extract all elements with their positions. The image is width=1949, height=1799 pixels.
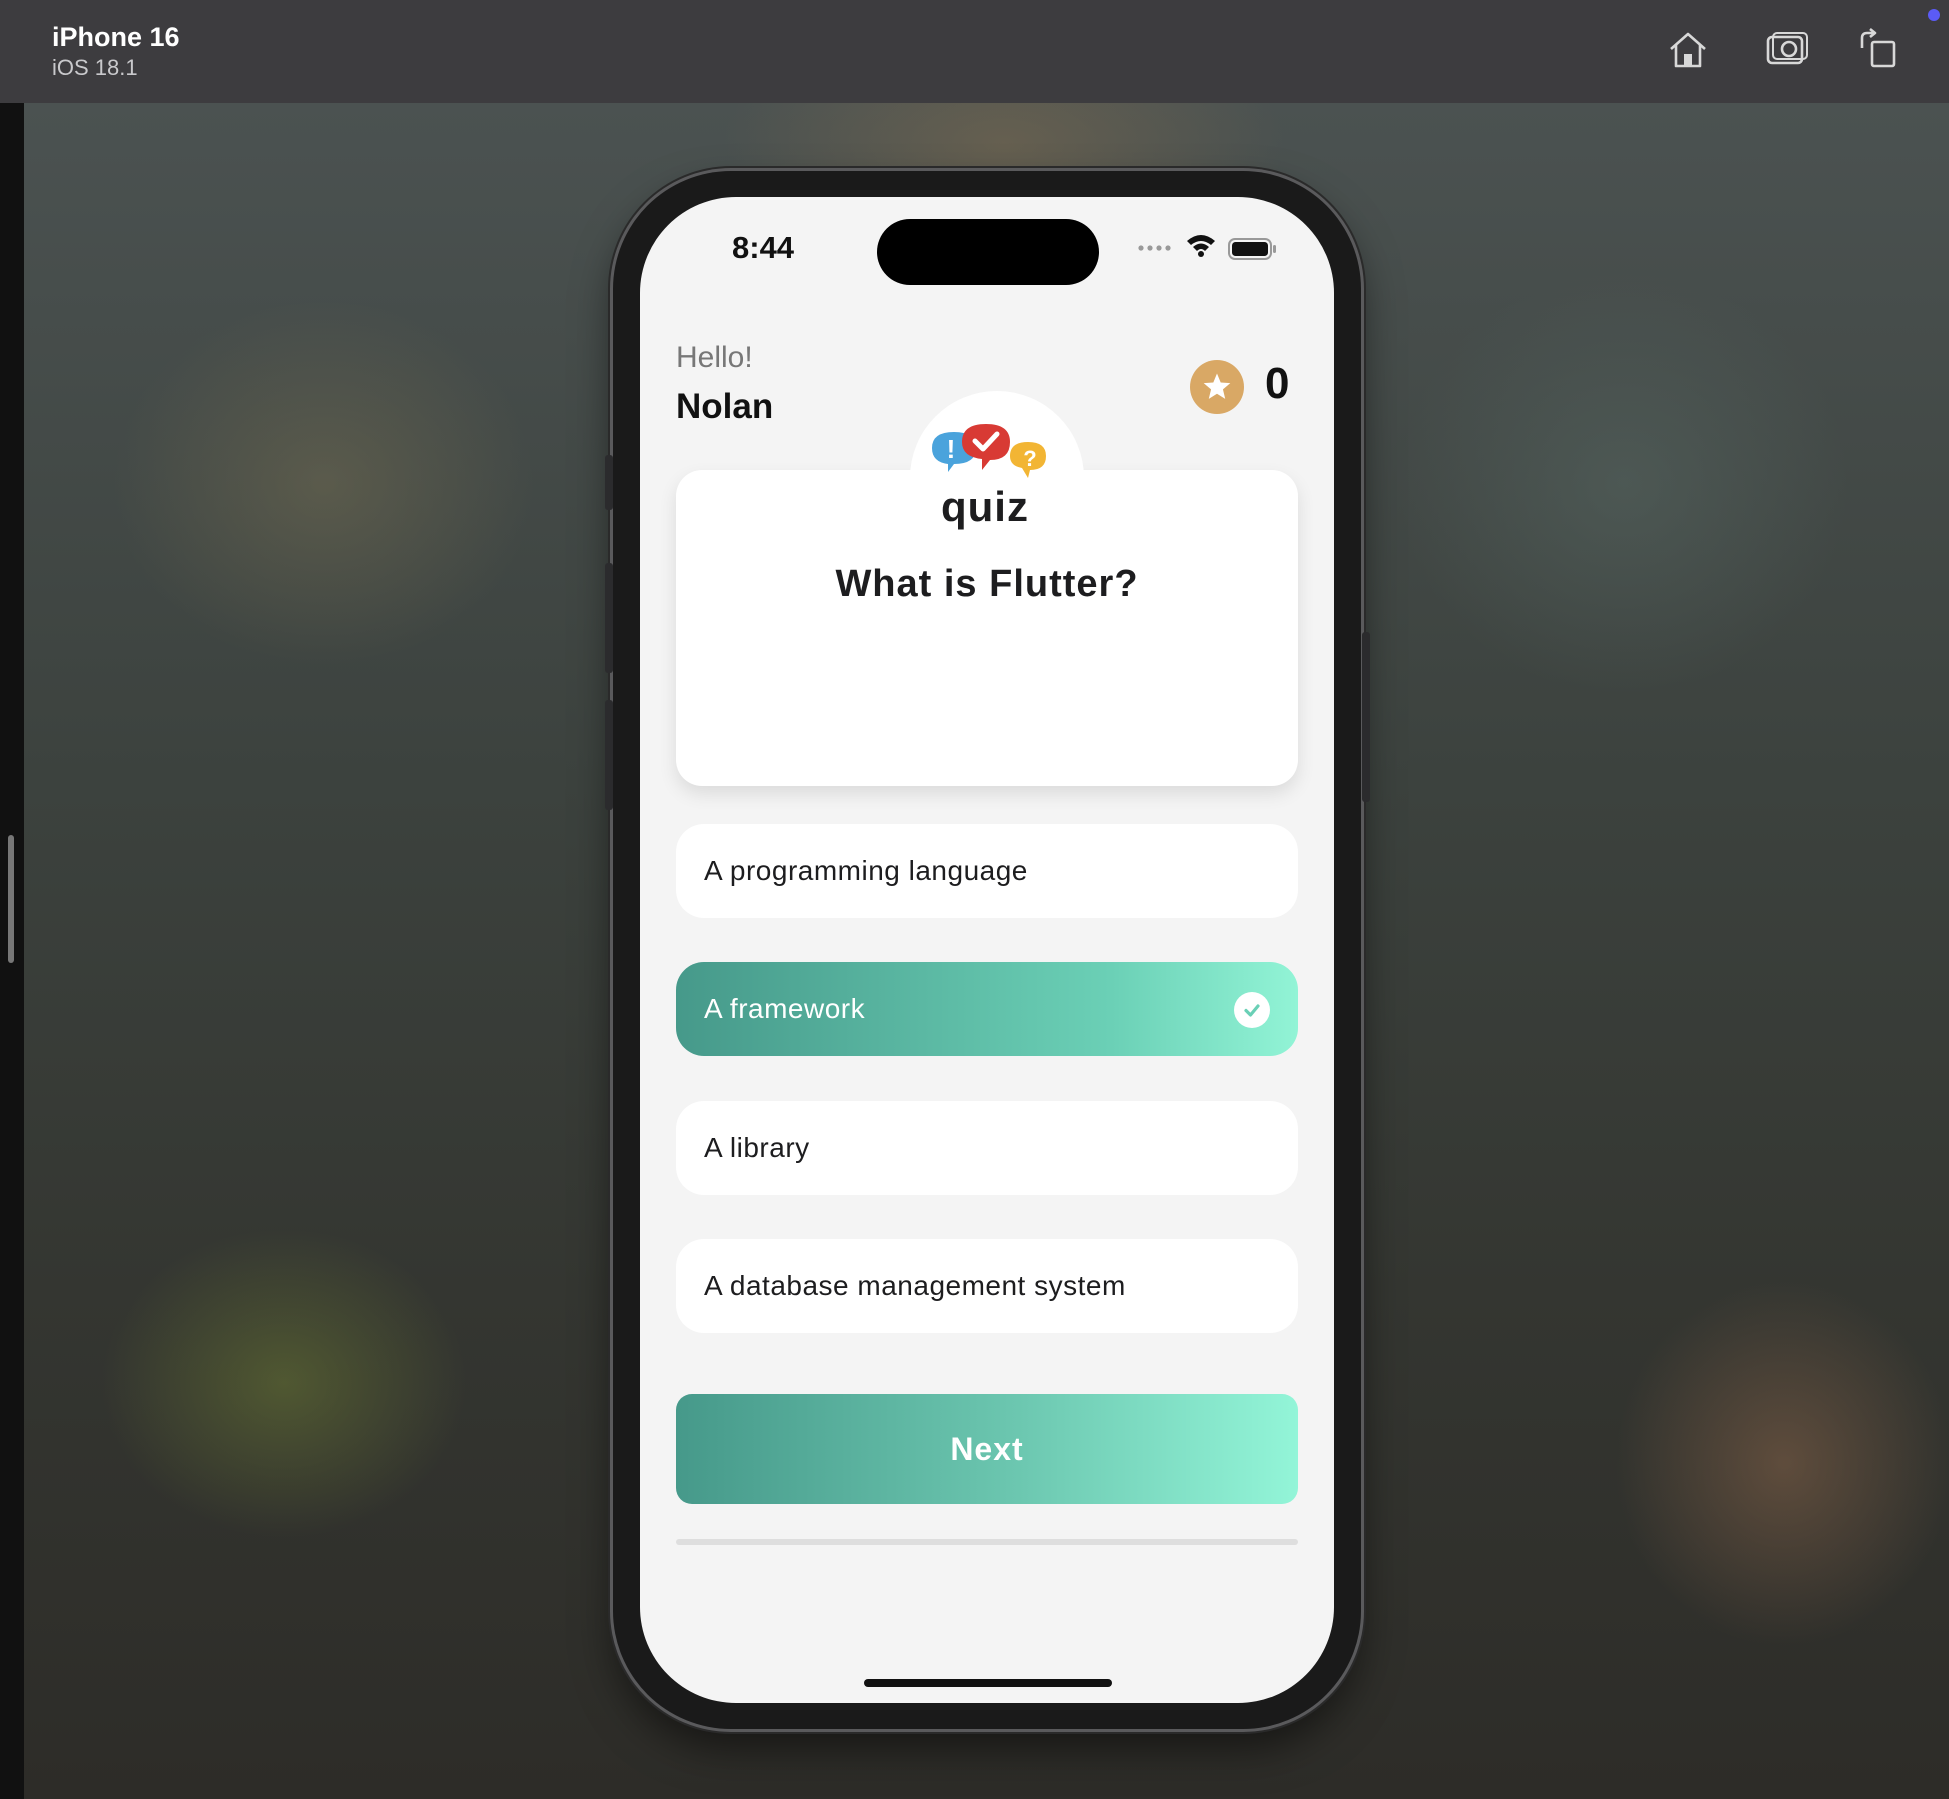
question-text: What is Flutter? (835, 563, 1139, 605)
quiz-logo-text: quiz (941, 483, 1029, 530)
score-value: 0 (1265, 359, 1290, 408)
app-screen: 8:44 Hello! Nolan 0 ! ? quiz What is Flu… (640, 197, 1334, 1703)
volume-down-button (605, 700, 613, 810)
cellular-signal-icon (1137, 240, 1173, 258)
star-icon (1190, 360, 1244, 414)
recording-indicator (1928, 9, 1940, 21)
power-button (1362, 632, 1370, 802)
option-item-selected[interactable]: A framework (676, 962, 1298, 1056)
logo-question-mark: ? (1023, 446, 1036, 471)
username: Nolan (676, 387, 774, 426)
battery-icon (1228, 237, 1278, 266)
greeting-text: Hello! (676, 341, 753, 374)
os-version: iOS 18.1 (52, 55, 138, 80)
simulator-titlebar: iPhone 16 iOS 18.1 (0, 0, 1949, 103)
option-label: A library (704, 1132, 810, 1163)
option-label: A programming language (704, 855, 1028, 886)
volume-up-button (605, 563, 613, 673)
logo-exclamation: ! (947, 434, 956, 464)
home-indicator[interactable] (864, 1679, 1112, 1687)
next-button[interactable]: Next (676, 1394, 1298, 1504)
progress-bar (676, 1539, 1298, 1545)
next-button-label: Next (950, 1430, 1024, 1467)
wifi-icon (1185, 233, 1217, 262)
screenshot-icon[interactable] (1764, 28, 1808, 72)
option-label: A database management system (704, 1270, 1126, 1301)
check-icon (1234, 992, 1270, 1028)
home-icon[interactable] (1666, 28, 1710, 72)
option-label: A framework (704, 993, 866, 1024)
dynamic-island (877, 219, 1099, 285)
status-time: 8:44 (732, 230, 795, 265)
option-item[interactable]: A database management system (676, 1239, 1298, 1333)
scroll-handle[interactable] (8, 835, 14, 963)
action-button (605, 455, 613, 510)
simulator-window: iPhone 16 iOS 18.1 8:44 Hello! Nolan 0 !… (0, 0, 1949, 1799)
option-item[interactable]: A library (676, 1101, 1298, 1195)
rotate-icon[interactable] (1856, 27, 1900, 72)
left-edge-strip (0, 0, 24, 1799)
device-name: iPhone 16 (52, 22, 180, 52)
option-item[interactable]: A programming language (676, 824, 1298, 918)
